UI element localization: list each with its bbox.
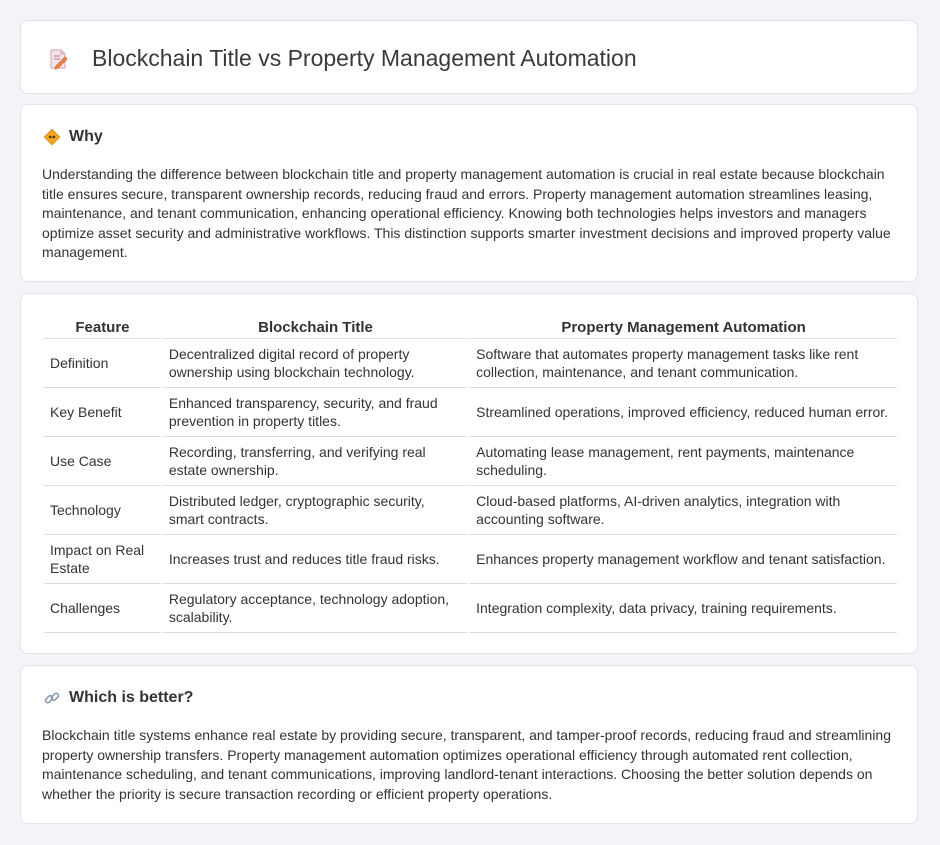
- row-blockchain-value: Increases trust and reduces title fraud …: [162, 535, 469, 584]
- row-feature: Use Case: [44, 437, 161, 486]
- why-text: Understanding the difference between blo…: [42, 166, 891, 261]
- row-blockchain-value: Regulatory acceptance, technology adopti…: [162, 584, 469, 633]
- page-title: Blockchain Title vs Property Management …: [92, 45, 637, 71]
- table-row: Technology Distributed ledger, cryptogra…: [44, 486, 897, 535]
- which-is-better-section: Which is better? Blockchain title system…: [20, 665, 918, 824]
- table-row: Impact on Real Estate Increases trust an…: [44, 535, 897, 584]
- table-row: Key Benefit Enhanced transparency, secur…: [44, 388, 897, 437]
- row-blockchain-value: Decentralized digital record of property…: [162, 339, 469, 388]
- row-blockchain-value: Distributed ledger, cryptographic securi…: [162, 486, 469, 535]
- row-feature: Key Benefit: [44, 388, 161, 437]
- row-blockchain-value: Enhanced transparency, security, and fra…: [162, 388, 469, 437]
- why-heading-row: Why: [43, 127, 103, 147]
- row-feature: Definition: [44, 339, 161, 388]
- row-feature: Technology: [44, 486, 161, 535]
- comparison-section: Feature Blockchain Title Property Manage…: [20, 293, 918, 654]
- why-heading: Why: [69, 128, 103, 145]
- header-feature: Feature: [44, 316, 161, 339]
- comparison-table: Feature Blockchain Title Property Manage…: [42, 316, 899, 633]
- document-pencil-icon: [50, 49, 68, 70]
- header-blockchain-title: Blockchain Title: [162, 316, 469, 339]
- table-row: Definition Decentralized digital record …: [44, 339, 897, 388]
- row-automation-value: Automating lease management, rent paymen…: [470, 437, 897, 486]
- row-automation-value: Software that automates property managem…: [470, 339, 897, 388]
- row-feature: Challenges: [44, 584, 161, 633]
- table-row: Challenges Regulatory acceptance, techno…: [44, 584, 897, 633]
- better-text: Blockchain title systems enhance real es…: [42, 727, 892, 802]
- row-automation-value: Integration complexity, data privacy, tr…: [470, 584, 897, 633]
- diamond-sign-icon: [43, 128, 61, 146]
- why-section: Why Understanding the difference between…: [20, 104, 918, 282]
- row-blockchain-value: Recording, transferring, and verifying r…: [162, 437, 469, 486]
- row-automation-value: Streamlined operations, improved efficie…: [470, 388, 897, 437]
- link-icon: [44, 692, 60, 704]
- table-header-row: Feature Blockchain Title Property Manage…: [44, 316, 897, 339]
- row-feature: Impact on Real Estate: [44, 535, 161, 584]
- row-automation-value: Cloud-based platforms, AI-driven analyti…: [470, 486, 897, 535]
- better-heading-row: Which is better?: [43, 688, 193, 708]
- row-automation-value: Enhances property management workflow an…: [470, 535, 897, 584]
- title-card: Blockchain Title vs Property Management …: [20, 20, 918, 94]
- table-row: Use Case Recording, transferring, and ve…: [44, 437, 897, 486]
- better-heading: Which is better?: [69, 689, 194, 706]
- header-property-management: Property Management Automation: [470, 316, 897, 339]
